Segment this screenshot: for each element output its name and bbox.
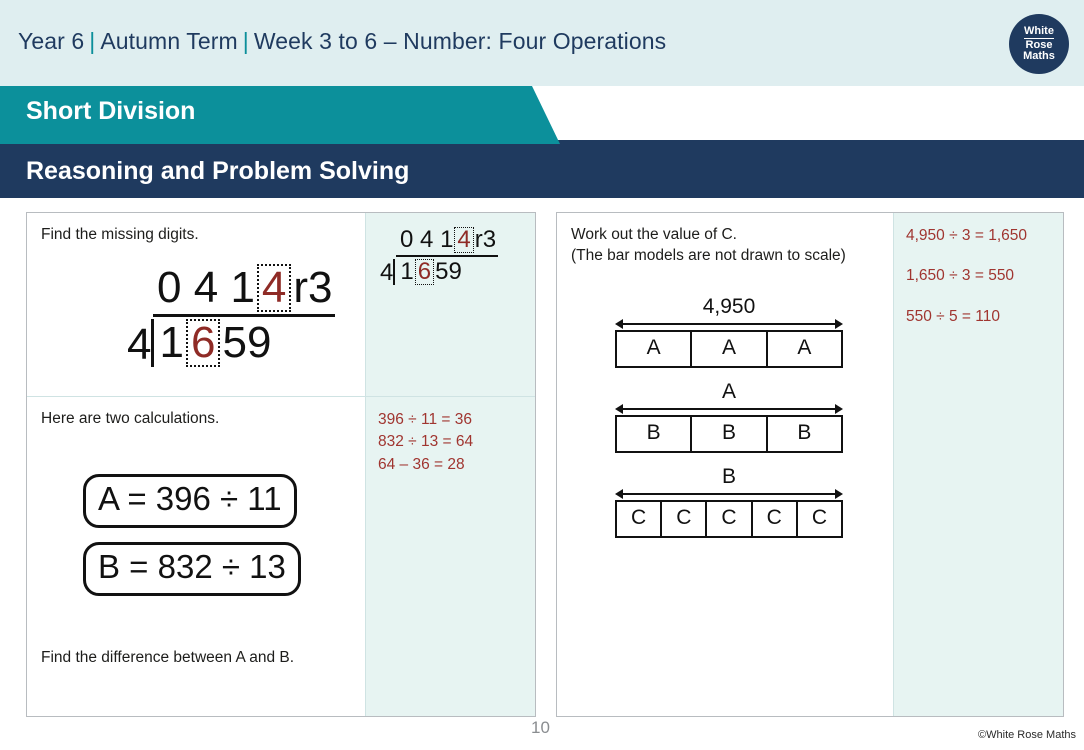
question-1-content: Find the missing digits. 0 4 1 4 r3 4 1 6 59 <box>27 213 365 396</box>
question-3-prompt-line-2: (The bar models are not drawn to scale) <box>571 246 846 264</box>
bar-model-3: B C C C C C <box>615 465 843 539</box>
answer-quotient-digit-2: 4 <box>420 226 434 253</box>
question-2-row: Here are two calculations. A = 396 ÷ 11 … <box>27 397 535 716</box>
page-number: 10 <box>531 718 550 737</box>
quotient-missing-digit: 4 <box>256 263 292 312</box>
header-separator-2: | <box>242 28 249 54</box>
header-breadcrumb: Year 6 | Autumn Term | Week 3 to 6 – Number:… <box>18 28 666 55</box>
question-3-row: Work out the value of C. (The bar models… <box>557 213 1063 716</box>
question-2-answer: 396 ÷ 11 = 36 832 ÷ 13 = 64 64 – 36 = 28 <box>365 397 535 716</box>
bar-model-2-cell: B <box>797 421 812 445</box>
bar-model-3-total-label: B <box>721 465 736 489</box>
bar-model-3-cell: C <box>811 506 827 530</box>
question-3-content: Work out the value of C. (The bar models… <box>557 213 893 716</box>
question-3-answer: 4,950 ÷ 3 = 1,650 1,650 ÷ 3 = 550 550 ÷ … <box>893 213 1063 716</box>
question-2-answer-line-1: 396 ÷ 11 = 36 <box>378 411 472 428</box>
question-1-answer-division: 0 4 1 4 r3 4 1 6 59 <box>380 227 523 285</box>
header-separator-1: | <box>89 28 96 54</box>
dividend-digit-4: 9 <box>246 317 272 367</box>
copyright-notice: ©White Rose Maths <box>978 729 1076 741</box>
bar-model-1-cell: A <box>692 331 768 366</box>
bar-model-2-boxes: B B B <box>615 415 843 454</box>
header-week: Week 3 to 6 – Number: Four Operations <box>253 28 667 54</box>
question-3-prompt-line-1: Work out the value of C. <box>571 226 737 243</box>
bar-model-3-cell: C <box>617 502 663 537</box>
answer-dividend-missing-digit: 6 <box>414 259 435 285</box>
logo-line-1: White <box>1024 25 1054 39</box>
bar-model-3-cell: C <box>707 502 753 537</box>
calculation-b-box: B = 832 ÷ 13 <box>83 541 301 596</box>
bar-model-2-arrow <box>615 403 843 415</box>
answer-quotient-remainder: r3 <box>474 226 497 253</box>
left-question-panel: Find the missing digits. 0 4 1 4 r3 4 1 6 59… <box>26 212 536 717</box>
right-question-panel: Work out the value of C. (The bar models… <box>556 212 1064 717</box>
answer-quotient-digit-3: 1 <box>440 226 454 253</box>
bar-model-1-boxes: A A A <box>615 329 843 368</box>
quotient-digit-2: 4 <box>193 262 219 312</box>
arrow-line <box>621 493 837 496</box>
dividend-digit-3: 5 <box>222 317 247 367</box>
dividend-missing-digit: 6 <box>185 318 221 367</box>
bar-model-2-cell: B <box>692 417 768 452</box>
answer-quotient-digit-1: 0 <box>400 226 414 253</box>
question-2-answer-line-2: 832 ÷ 13 = 64 <box>378 433 474 451</box>
answer-quotient: 0 4 1 4 r3 <box>396 226 499 257</box>
logo-line-3: Maths <box>1023 50 1055 62</box>
answer-dividend-digit-1: 1 <box>400 258 414 285</box>
question-3-answer-line-1: 4,950 ÷ 3 = 1,650 <box>906 227 1027 244</box>
bar-model-1-cell: A <box>617 331 693 366</box>
answer-divisor: 4 <box>380 259 394 286</box>
quotient-remainder: r3 <box>293 262 333 312</box>
answer-dividend: 1 6 59 <box>393 258 462 285</box>
bar-model-2-cell: B <box>617 417 693 452</box>
arrow-head-right-icon <box>835 489 843 500</box>
dividend-digit-1: 1 <box>159 317 184 367</box>
question-1-short-division: 0 4 1 4 r3 4 1 6 59 <box>127 262 351 369</box>
bar-model-2: A B B B <box>615 379 843 454</box>
question-2-follow-up: Find the difference between A and B. <box>41 648 295 666</box>
header-term: Autumn Term <box>100 28 238 54</box>
question-1-quotient: 0 4 1 4 r3 <box>153 262 335 317</box>
question-1-answer: 0 4 1 4 r3 4 1 6 59 <box>365 213 535 396</box>
bar-model-1: 4,950 A A A <box>615 295 843 368</box>
arrow-line <box>621 408 837 411</box>
question-3-answer-line-3: 550 ÷ 5 = 110 <box>906 307 1000 325</box>
arrow-line <box>621 322 837 325</box>
bar-model-3-cell: C <box>662 502 708 537</box>
bar-model-1-arrow <box>615 318 843 330</box>
bar-model-3-cell: C <box>753 502 798 537</box>
section-banner-label: Reasoning and Problem Solving <box>26 157 410 185</box>
bar-model-3-arrow <box>615 488 843 500</box>
question-1-row: Find the missing digits. 0 4 1 4 r3 4 1 6 59… <box>27 213 535 397</box>
arrow-head-right-icon <box>835 404 843 415</box>
arrow-head-right-icon <box>835 318 843 329</box>
answer-quotient-missing-digit: 4 <box>454 227 474 253</box>
question-1-dividend: 1 6 59 <box>151 317 272 367</box>
calculation-a-box: A = 396 ÷ 11 <box>83 473 297 528</box>
question-2-content: Here are two calculations. A = 396 ÷ 11 … <box>27 397 365 716</box>
bar-model-3-boxes: C C C C C <box>615 500 843 539</box>
question-3-answer-line-2: 1,650 ÷ 3 = 550 <box>906 267 1015 285</box>
bar-model-1-cell: A <box>797 335 812 359</box>
header-year: Year 6 <box>18 28 85 54</box>
question-2-prompt: Here are two calculations. <box>41 410 220 427</box>
quotient-digit-3: 1 <box>230 262 255 312</box>
question-1-divisor: 4 <box>127 319 152 369</box>
topic-banner-label: Short Division <box>26 97 196 125</box>
question-2-answer-line-3: 64 – 36 = 28 <box>378 455 465 473</box>
answer-dividend-digit-4: 9 <box>448 258 462 285</box>
bar-model-1-total-label: 4,950 <box>702 294 756 318</box>
quotient-digit-1: 0 <box>157 262 182 312</box>
bar-model-2-total-label: A <box>721 379 736 403</box>
question-1-prompt: Find the missing digits. <box>41 226 199 243</box>
answer-dividend-digit-3: 5 <box>435 258 449 285</box>
white-rose-maths-logo: White Rose Maths <box>1009 14 1069 74</box>
